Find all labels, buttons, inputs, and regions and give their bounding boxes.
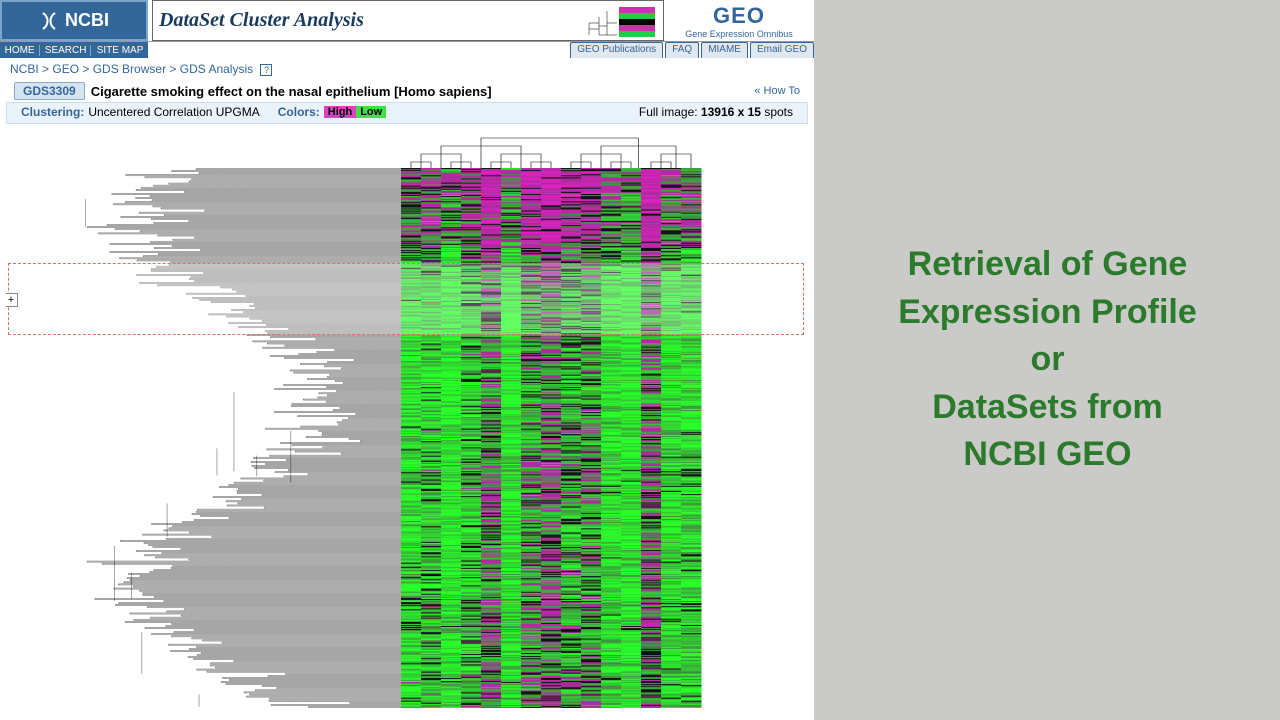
color-low-chip: Low: [356, 106, 386, 118]
tab-miame[interactable]: MIAME: [701, 42, 748, 58]
tab-email-geo[interactable]: Email GEO: [750, 42, 814, 58]
clustering-value: Uncentered Correlation UPGMA: [88, 105, 259, 119]
clustering-label: Clustering:: [21, 105, 84, 119]
tab-faq[interactable]: FAQ: [665, 42, 699, 58]
cluster-title-text: DataSet Cluster Analysis: [159, 9, 364, 32]
top-banner: NCBI DataSet Cluster Analysis GEO Gene E…: [0, 0, 814, 42]
cluster-heatmap-area[interactable]: +: [6, 128, 808, 714]
howto-link[interactable]: « How To: [754, 85, 800, 97]
nav-sitemap[interactable]: SITE MAP: [93, 45, 148, 56]
crumb-ncbi[interactable]: NCBI: [10, 62, 39, 76]
dataset-title-row: GDS3309 Cigarette smoking effect on the …: [0, 80, 814, 102]
slide-caption: Retrieval of Gene Expression Profile or …: [898, 241, 1197, 479]
crumb-gds-browser[interactable]: GDS Browser: [93, 62, 166, 76]
mini-heatmap-icon: [587, 5, 657, 39]
nav-row: HOME SEARCH SITE MAP GEO Publications FA…: [0, 42, 814, 58]
cluster-info-bar: Clustering: Uncentered Correlation UPGMA…: [6, 102, 808, 124]
slide-caption-panel: Retrieval of Gene Expression Profile or …: [815, 0, 1280, 720]
help-icon[interactable]: ?: [260, 64, 272, 76]
crumb-geo[interactable]: GEO: [52, 62, 79, 76]
geo-tabs: GEO Publications FAQ MIAME Email GEO: [568, 42, 814, 58]
nav-search[interactable]: SEARCH: [41, 45, 92, 56]
nav-home[interactable]: HOME: [1, 45, 40, 56]
cluster-heatmap-svg: [6, 128, 806, 708]
ncbi-text: NCBI: [65, 10, 109, 31]
crumb-gds-analysis[interactable]: GDS Analysis: [180, 62, 253, 76]
geo-logo-main: GEO: [713, 3, 765, 29]
expand-selection-button[interactable]: +: [6, 293, 18, 307]
page-banner-title: DataSet Cluster Analysis: [152, 0, 664, 41]
breadcrumb: NCBI > GEO > GDS Browser > GDS Analysis …: [0, 58, 814, 80]
ncbi-helix-icon: [39, 11, 59, 31]
colors-label: Colors:: [278, 105, 320, 119]
tab-geo-publications[interactable]: GEO Publications: [570, 42, 663, 58]
full-image-info: Full image: 13916 x 15 spots: [639, 105, 793, 119]
geo-cluster-page: NCBI DataSet Cluster Analysis GEO Gene E…: [0, 0, 815, 720]
geo-logo[interactable]: GEO Gene Expression Omnibus: [664, 0, 814, 41]
geo-logo-sub: Gene Expression Omnibus: [685, 29, 793, 39]
ncbi-nav: HOME SEARCH SITE MAP: [0, 42, 148, 58]
gds-id-badge[interactable]: GDS3309: [14, 82, 85, 100]
color-high-chip: High: [324, 106, 356, 118]
ncbi-logo[interactable]: NCBI: [0, 0, 148, 41]
dataset-title: Cigarette smoking effect on the nasal ep…: [91, 84, 492, 99]
